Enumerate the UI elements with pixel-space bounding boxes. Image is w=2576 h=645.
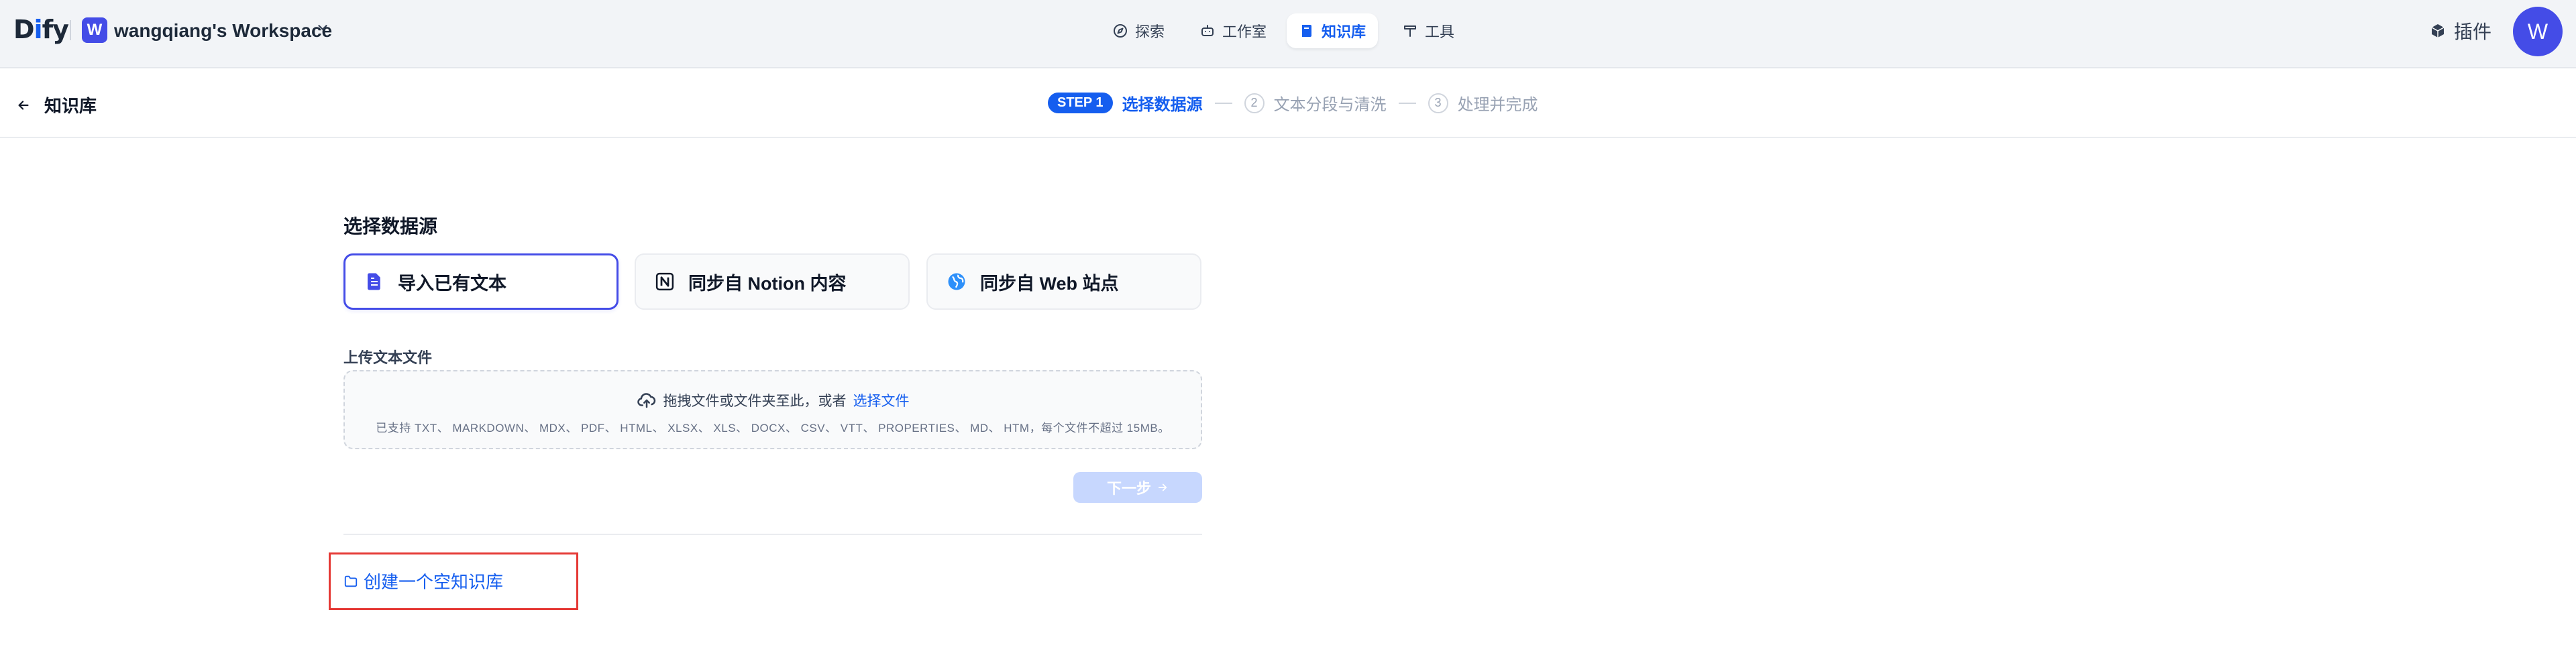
- nav-knowledge[interactable]: 知识库: [1287, 13, 1379, 48]
- workspace-name[interactable]: wangqiang's Workspace: [114, 20, 332, 42]
- back-label: 知识库: [44, 96, 97, 116]
- arrow-left-icon: [18, 100, 29, 110]
- create-empty-knowledge-label: 创建一个空知识库: [364, 572, 504, 592]
- nav-knowledge-label: 知识库: [1322, 23, 1366, 40]
- source-web-label: 同步自 Web 站点: [980, 273, 1119, 294]
- studio-icon: [1201, 25, 1214, 36]
- create-empty-knowledge-link[interactable]: 创建一个空知识库: [343, 569, 503, 593]
- logo-text-d: D: [13, 15, 35, 44]
- step-separator: [1214, 102, 1232, 104]
- source-import-text-label: 导入已有文本: [398, 273, 506, 294]
- cube-icon: [2431, 24, 2445, 38]
- plugins-label: 插件: [2454, 21, 2492, 42]
- dropzone-prompt: 拖拽文件或文件夹至此，或者: [663, 394, 847, 409]
- nav-studio-label: 工作室: [1222, 23, 1267, 40]
- tools-icon: [1404, 25, 1416, 37]
- knowledge-icon: [1302, 25, 1311, 37]
- nav-studio[interactable]: 工作室: [1187, 13, 1279, 48]
- step-2-label: 文本分段与清洗: [1273, 96, 1387, 114]
- document-icon: [368, 273, 380, 290]
- source-web[interactable]: 同步自 Web 站点: [926, 253, 1201, 310]
- nav-tools-label: 工具: [1425, 23, 1455, 40]
- select-file-link[interactable]: 选择文件: [853, 390, 910, 410]
- workspace-avatar[interactable]: W: [82, 17, 107, 43]
- cloud-upload-icon: [637, 393, 655, 408]
- source-notion-label: 同步自 Notion 内容: [688, 273, 847, 294]
- dify-logo[interactable]: Dify: [13, 15, 69, 44]
- section-divider: [343, 534, 1202, 535]
- step-3-label: 处理并完成: [1457, 96, 1538, 114]
- nav-tools[interactable]: 工具: [1390, 13, 1466, 48]
- file-dropzone[interactable]: 拖拽文件或文件夹至此，或者 选择文件 已支持 TXT、 MARKDOWN、 MD…: [343, 370, 1202, 449]
- folder-icon: [344, 575, 358, 587]
- stepper: STEP 1 选择数据源 2 文本分段与清洗 3 处理并完成: [1048, 91, 1538, 115]
- dataset-create-header: 知识库 STEP 1 选择数据源 2 文本分段与清洗 3 处理并完成: [0, 68, 2576, 138]
- dropzone-prompt-row: 拖拽文件或文件夹至此，或者 选择文件: [345, 390, 1201, 410]
- nav-explore[interactable]: 探索: [1100, 13, 1177, 48]
- globe-icon: [948, 273, 965, 290]
- explore-icon: [1114, 24, 1127, 38]
- step-1-label: 选择数据源: [1122, 96, 1203, 114]
- arrow-right-icon: [1158, 483, 1167, 491]
- step-separator: [1398, 102, 1416, 104]
- upload-label: 上传文本文件: [343, 349, 433, 366]
- chevron-down-icon[interactable]: [315, 20, 330, 35]
- notion-icon: [655, 272, 674, 291]
- section-title: 选择数据源: [343, 216, 438, 237]
- step-2-number: 2: [1244, 93, 1265, 113]
- nav-explore-label: 探索: [1135, 23, 1165, 40]
- next-step-label: 下一步: [1106, 480, 1151, 497]
- step-badge: STEP 1: [1048, 93, 1113, 113]
- back-to-knowledge-button[interactable]: 知识库: [16, 93, 97, 117]
- plugins-button[interactable]: 插件: [2430, 17, 2491, 44]
- logo-text-i: i: [34, 15, 43, 44]
- next-step-button[interactable]: 下一步: [1073, 472, 1202, 503]
- logo-divider: [70, 20, 71, 40]
- supported-formats-text: 已支持 TXT、 MARKDOWN、 MDX、 PDF、 HTML、 XLSX、…: [376, 422, 1170, 434]
- source-import-text[interactable]: 导入已有文本: [343, 253, 619, 310]
- logo-text-fy: fy: [42, 15, 69, 44]
- top-navigation-bar: Dify W wangqiang's Workspace 探索 工作室 知识库 …: [0, 0, 2576, 68]
- source-notion[interactable]: 同步自 Notion 内容: [635, 253, 910, 310]
- step-3-number: 3: [1428, 93, 1448, 113]
- user-avatar[interactable]: W: [2513, 7, 2563, 56]
